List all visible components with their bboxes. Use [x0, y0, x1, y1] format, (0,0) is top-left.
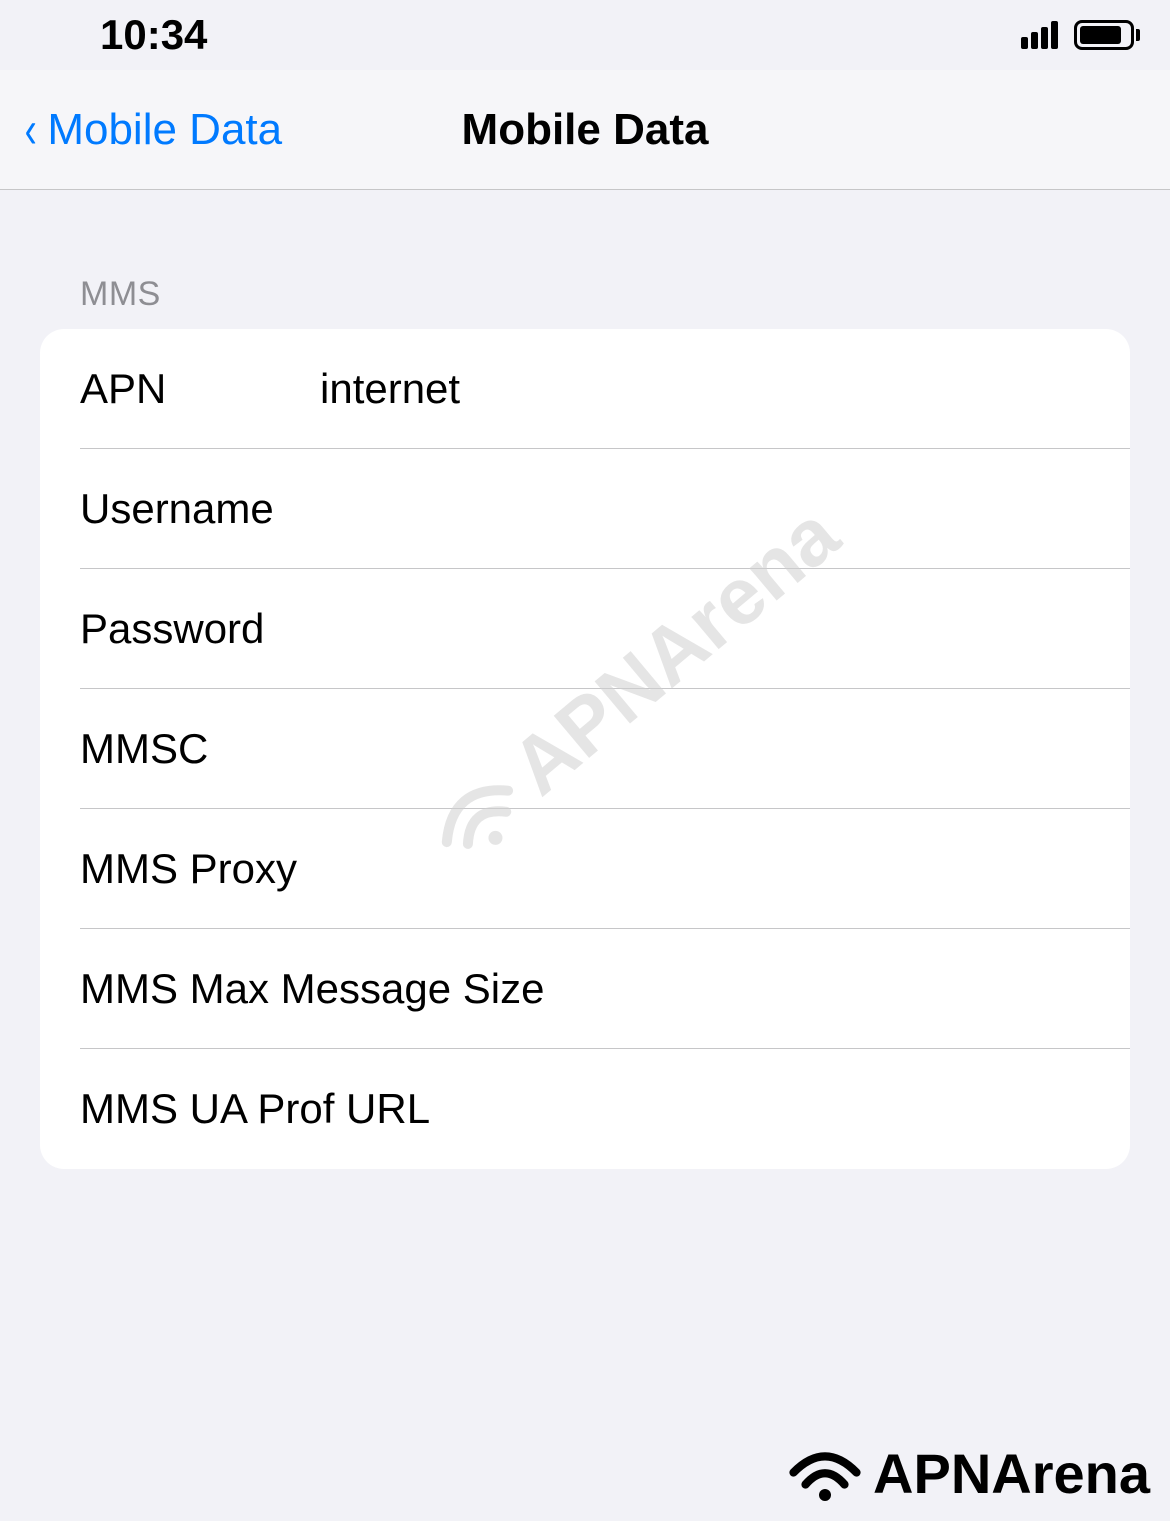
mms-max-size-label: MMS Max Message Size	[80, 965, 544, 1013]
footer-logo-text: APNArena	[873, 1441, 1150, 1506]
wifi-icon	[785, 1444, 865, 1504]
username-input[interactable]	[320, 485, 1090, 533]
content: MMS APN Username Password MMSC MMS Proxy	[0, 190, 1170, 1169]
status-indicators	[1021, 20, 1140, 50]
cellular-signal-icon	[1021, 21, 1058, 49]
mms-proxy-label: MMS Proxy	[80, 845, 297, 893]
mms-settings-group: APN Username Password MMSC MMS Proxy MMS…	[40, 329, 1130, 1169]
password-row[interactable]: Password	[40, 569, 1130, 689]
username-label: Username	[80, 485, 320, 533]
mms-proxy-input[interactable]	[297, 845, 1090, 893]
footer-logo: APNArena	[785, 1441, 1150, 1506]
password-label: Password	[80, 605, 320, 653]
status-time: 10:34	[100, 11, 207, 59]
mms-ua-prof-row[interactable]: MMS UA Prof URL	[40, 1049, 1130, 1169]
apn-input[interactable]	[320, 365, 1090, 413]
mmsc-input[interactable]	[320, 725, 1090, 773]
mmsc-label: MMSC	[80, 725, 320, 773]
username-row[interactable]: Username	[40, 449, 1130, 569]
password-input[interactable]	[320, 605, 1090, 653]
back-button[interactable]: ‹ Mobile Data	[0, 100, 282, 160]
mms-proxy-row[interactable]: MMS Proxy	[40, 809, 1130, 929]
mmsc-row[interactable]: MMSC	[40, 689, 1130, 809]
section-header-mms: MMS	[40, 190, 1130, 329]
back-button-label: Mobile Data	[47, 105, 282, 155]
mms-ua-prof-input[interactable]	[430, 1085, 1090, 1133]
chevron-left-icon: ‹	[25, 100, 37, 160]
apn-row[interactable]: APN	[40, 329, 1130, 449]
status-bar: 10:34	[0, 0, 1170, 70]
page-title: Mobile Data	[462, 105, 709, 155]
mms-max-size-input[interactable]	[544, 965, 1090, 1013]
navigation-bar: ‹ Mobile Data Mobile Data	[0, 70, 1170, 190]
apn-label: APN	[80, 365, 320, 413]
battery-icon	[1074, 20, 1140, 50]
mms-ua-prof-label: MMS UA Prof URL	[80, 1085, 430, 1133]
mms-max-size-row[interactable]: MMS Max Message Size	[40, 929, 1130, 1049]
